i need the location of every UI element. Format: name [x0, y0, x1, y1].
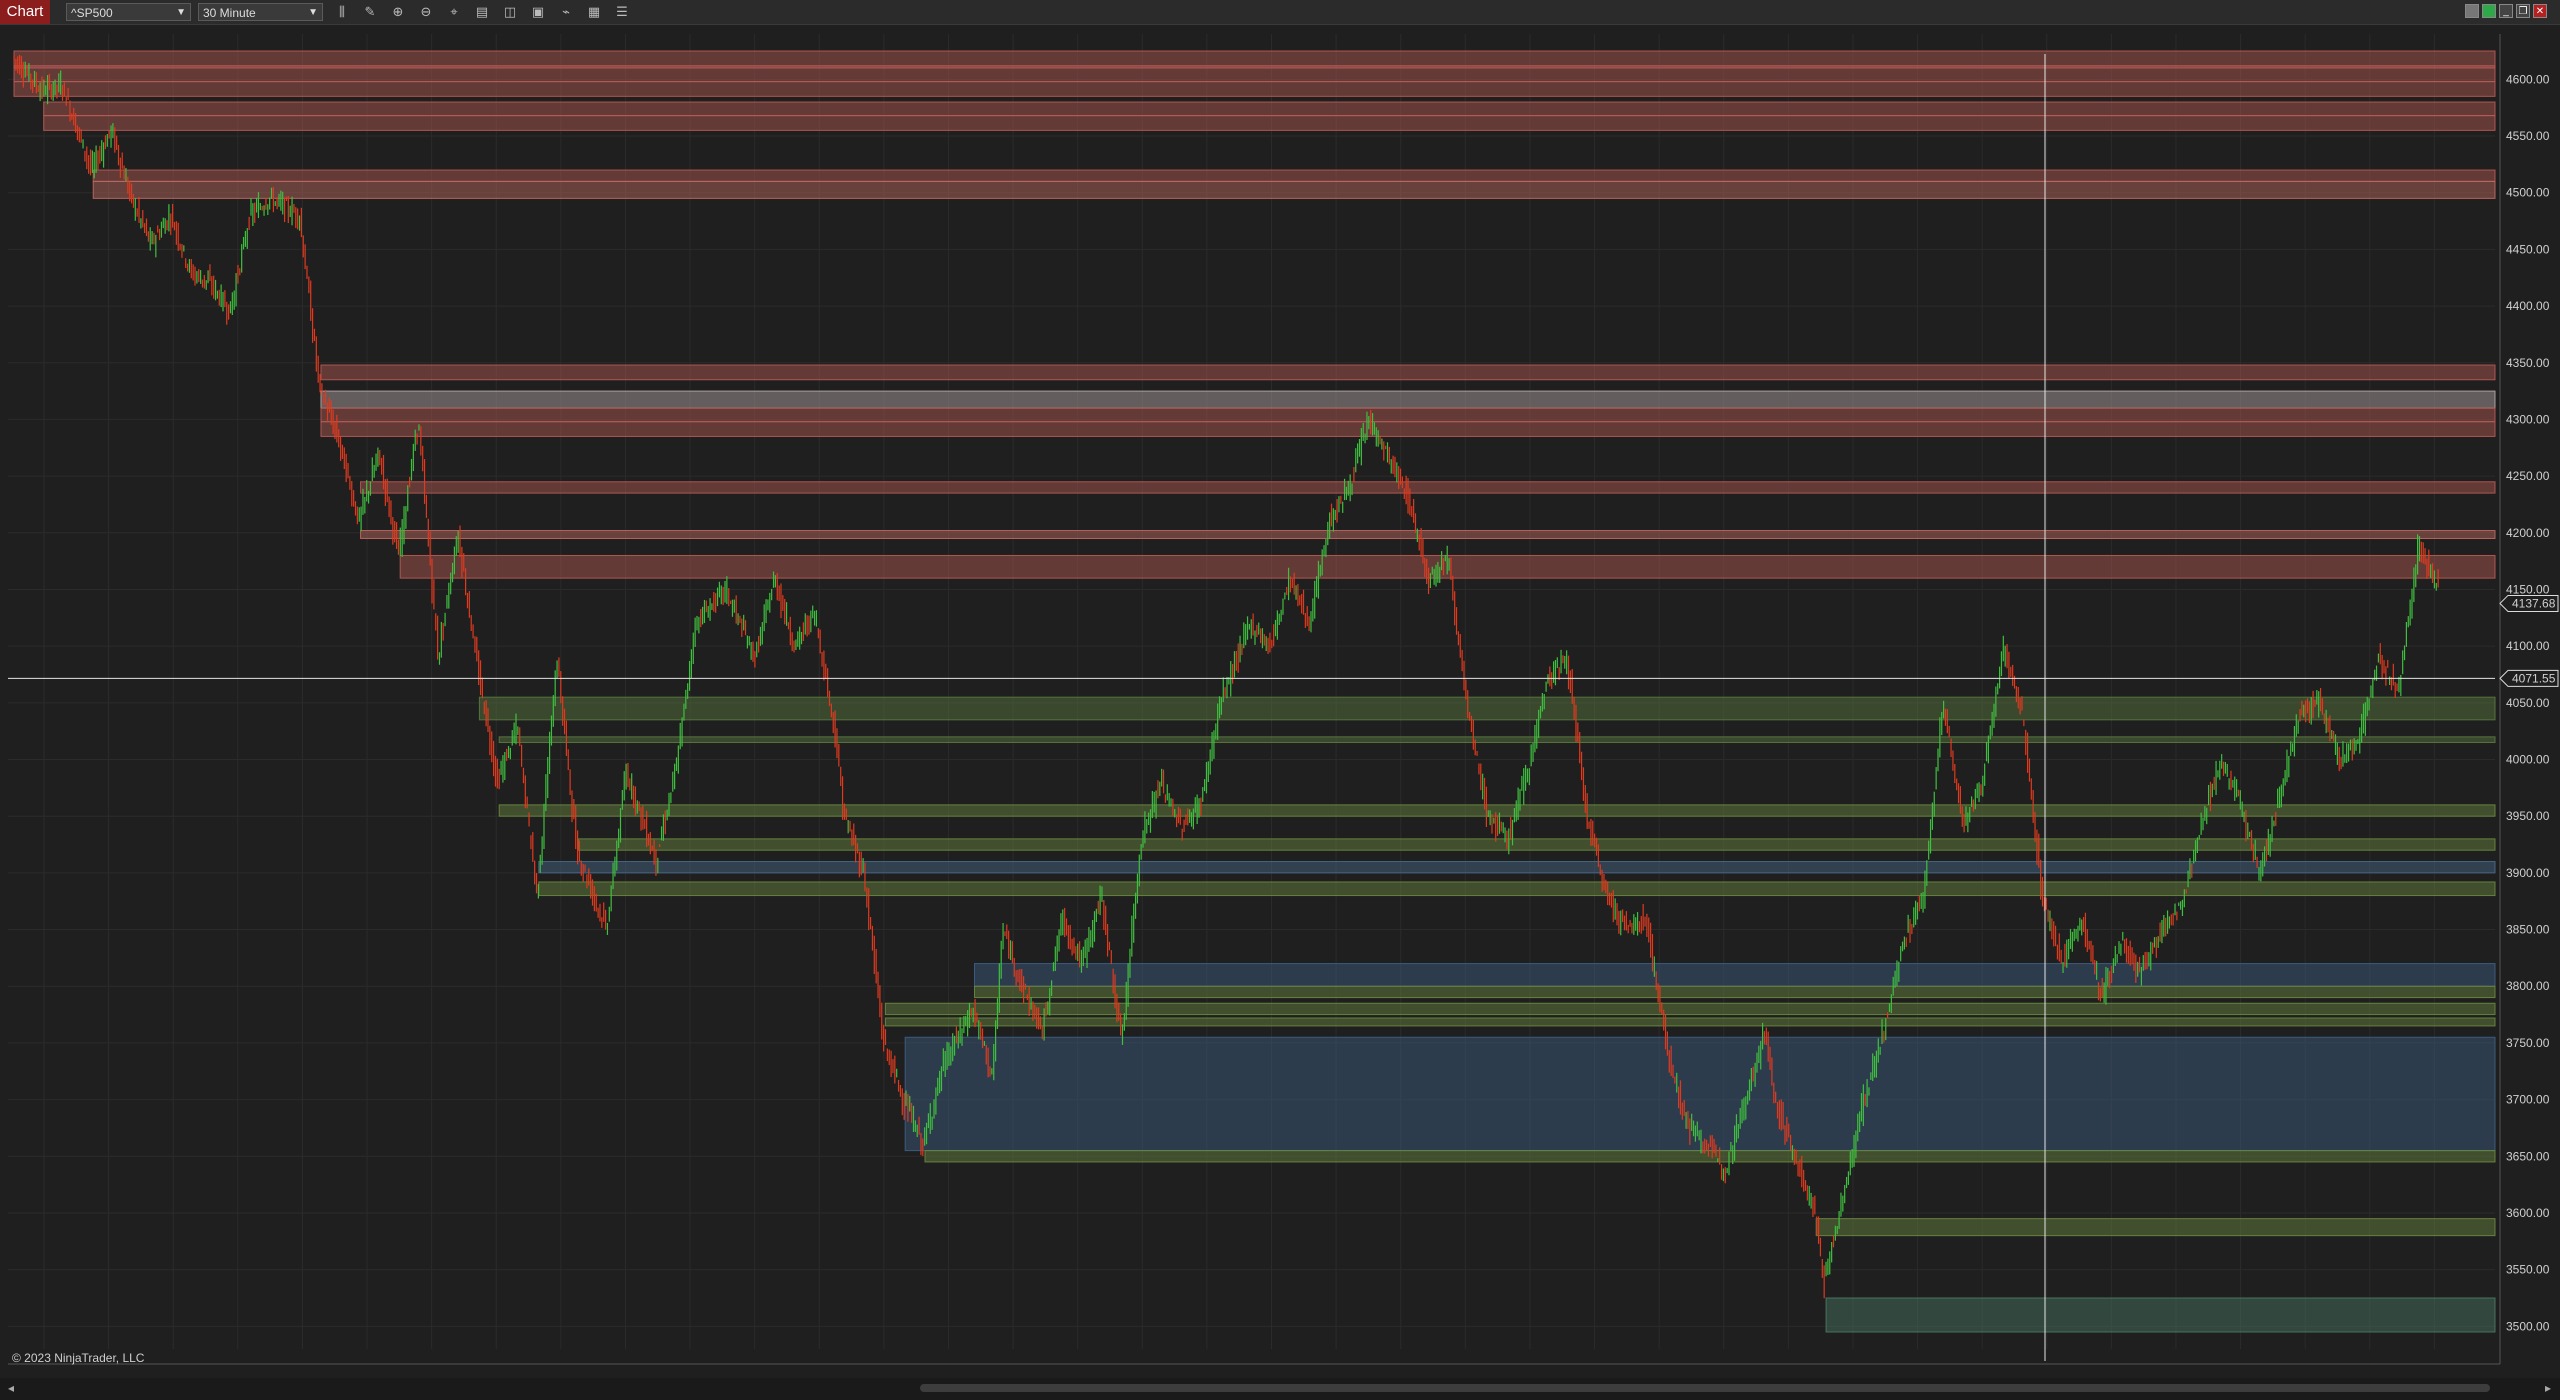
- horizontal-scrollbar[interactable]: ◂ ▸: [0, 1378, 2560, 1400]
- data-box-icon[interactable]: ◫: [502, 4, 518, 20]
- supply-zone: [13, 65, 2496, 83]
- supply-zone: [320, 407, 2496, 423]
- demand-zone: [924, 1150, 2496, 1163]
- y-axis-label: 4600.00: [2506, 72, 2550, 86]
- supply-zone: [320, 364, 2496, 381]
- chart-tab[interactable]: Chart: [0, 0, 50, 24]
- scroll-left-icon[interactable]: ◂: [8, 1381, 14, 1395]
- demand-zone: [538, 881, 2496, 897]
- properties-icon[interactable]: ▦: [586, 4, 602, 20]
- y-axis-label: 4500.00: [2506, 186, 2550, 200]
- y-axis-label: 4250.00: [2506, 469, 2550, 483]
- chart-panel[interactable]: 3500.00 3550.00 3600.00 3650.00 3700.00 3750.…: [0, 24, 2560, 1400]
- supply-zone: [13, 81, 2496, 97]
- zoom-out-icon[interactable]: ⊖: [418, 4, 434, 20]
- y-axis-label: 4350.00: [2506, 356, 2550, 370]
- instrument-value: ^SP500: [71, 6, 113, 20]
- zoom-in-icon[interactable]: ⊕: [390, 4, 406, 20]
- demand-zone: [973, 963, 2496, 987]
- instrument-selector[interactable]: ^SP500 ▼: [66, 3, 191, 21]
- y-axis-label: 4050.00: [2506, 696, 2550, 710]
- color-icon[interactable]: [2482, 4, 2496, 18]
- demand-zone: [478, 696, 2496, 721]
- y-axis-label: 3500.00: [2506, 1319, 2550, 1333]
- bar-type-icon[interactable]: ⫼: [334, 4, 350, 20]
- demand-zone: [1815, 1218, 2496, 1237]
- minimize-icon[interactable]: _: [2499, 4, 2513, 18]
- y-axis-label: 3650.00: [2506, 1149, 2550, 1163]
- demand-zone: [498, 804, 2496, 817]
- supply-zone: [360, 530, 2496, 539]
- interval-value: 30 Minute: [203, 6, 256, 20]
- chevron-down-icon: ▼: [176, 7, 186, 18]
- y-axis-label: 3800.00: [2506, 979, 2550, 993]
- indicators-icon[interactable]: ☰: [614, 4, 630, 20]
- price-marker-label: 4071.55: [2512, 671, 2556, 685]
- strategy-icon[interactable]: ⌁: [558, 4, 574, 20]
- template-icon[interactable]: ▤: [474, 4, 490, 20]
- draw-tool-icon[interactable]: ✎: [362, 4, 378, 20]
- y-axis-label: 3950.00: [2506, 809, 2550, 823]
- demand-zone: [1825, 1297, 2496, 1333]
- y-axis-label: 3550.00: [2506, 1263, 2550, 1277]
- supply-zone: [92, 169, 2496, 182]
- y-axis-label: 4100.00: [2506, 639, 2550, 653]
- y-axis-label: 4450.00: [2506, 242, 2550, 256]
- demand-zone: [498, 736, 2496, 744]
- y-axis-label: 3600.00: [2506, 1206, 2550, 1220]
- demand-zone: [973, 985, 2496, 999]
- supply-zone: [320, 421, 2496, 437]
- supply-zone: [320, 390, 2496, 409]
- interval-selector[interactable]: 30 Minute ▼: [198, 3, 323, 21]
- scroll-right-icon[interactable]: ▸: [2545, 1381, 2551, 1395]
- y-axis-label: 4000.00: [2506, 753, 2550, 767]
- y-axis-label: 4400.00: [2506, 299, 2550, 313]
- y-axis-label: 4550.00: [2506, 129, 2550, 143]
- supply-zone: [43, 101, 2496, 117]
- supply-zone: [360, 481, 2496, 494]
- demand-zone: [577, 838, 2496, 851]
- crosshair-icon[interactable]: ⌖: [446, 4, 462, 20]
- y-axis-label: 4300.00: [2506, 412, 2550, 426]
- close-icon[interactable]: ✕: [2533, 4, 2547, 18]
- y-axis-label: 3750.00: [2506, 1036, 2550, 1050]
- y-axis-label: 3850.00: [2506, 923, 2550, 937]
- copyright-text: © 2023 NinjaTrader, LLC: [12, 1351, 145, 1365]
- price-marker-label: 4137.68: [2512, 596, 2556, 610]
- scroll-thumb[interactable]: [920, 1384, 2490, 1392]
- restore-icon[interactable]: ❐: [2516, 4, 2530, 18]
- demand-zone: [538, 861, 2496, 874]
- supply-zone: [43, 115, 2496, 131]
- tile-icon[interactable]: [2465, 4, 2479, 18]
- y-axis-label: 3700.00: [2506, 1093, 2550, 1107]
- y-axis-label: 4150.00: [2506, 582, 2550, 596]
- chart-toolbar: Chart ^SP500 ▼ 30 Minute ▼ ⫼ ✎ ⊕ ⊖ ⌖ ▤ ◫…: [0, 0, 2560, 25]
- demand-zone: [904, 1036, 2496, 1152]
- price-chart[interactable]: 3500.00 3550.00 3600.00 3650.00 3700.00 3750.…: [0, 24, 2560, 1378]
- snapshot-icon[interactable]: ▣: [530, 4, 546, 20]
- chevron-down-icon: ▼: [308, 7, 318, 18]
- y-axis-label: 3900.00: [2506, 866, 2550, 880]
- supply-zone: [92, 180, 2496, 199]
- y-axis-label: 4200.00: [2506, 526, 2550, 540]
